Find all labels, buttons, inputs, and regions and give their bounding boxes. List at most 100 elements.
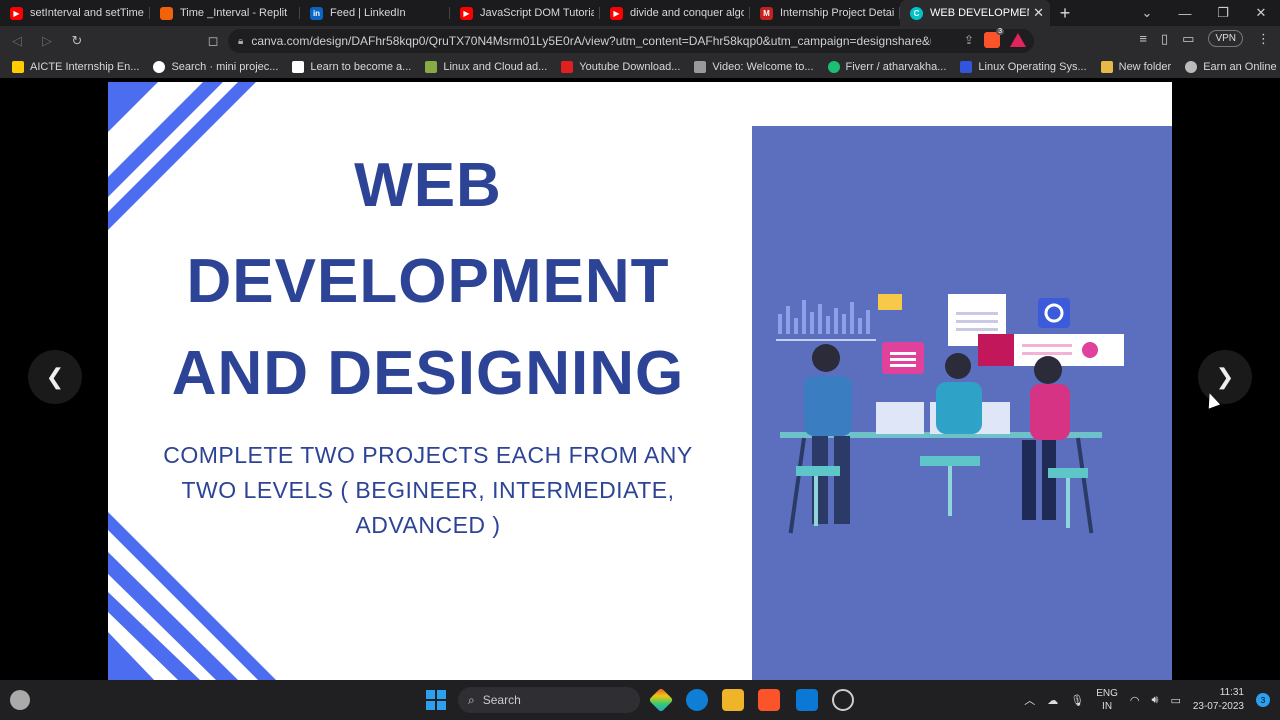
gmail-icon: M (760, 6, 773, 20)
previous-slide-button[interactable]: ❮ (28, 350, 82, 404)
share-icon[interactable]: ⇪ (964, 33, 974, 47)
battery-icon[interactable]: ▭ (1170, 694, 1180, 707)
bookmark-favicon-icon (694, 61, 707, 73)
bookmark-label: Search · mini projec... (171, 61, 279, 73)
language-code: ENG (1096, 688, 1118, 699)
browser-tab-strip: ▶ setInterval and setTimeout Time _Inter… (0, 0, 1280, 26)
tab-label: JavaScript DOM Tutorial #5 (480, 7, 594, 19)
brave-rewards-icon[interactable] (1010, 33, 1026, 47)
bookmark-label: Earn an Online MC... (1203, 61, 1280, 73)
vpn-button[interactable]: VPN (1208, 30, 1243, 47)
window-controls: ⌄ — ❐ ✕ (1128, 0, 1280, 26)
menu-icon[interactable]: ⋮ (1257, 31, 1270, 47)
wallet-icon[interactable]: ▭ (1182, 31, 1194, 47)
tab-label: Internship Project Details - (780, 7, 894, 19)
tab-search-icon[interactable]: ⌄ (1128, 0, 1166, 26)
language-indicator[interactable]: ENG IN (1096, 687, 1118, 713)
globe-icon (1185, 61, 1198, 73)
new-tab-button[interactable]: + (1050, 0, 1080, 26)
clock[interactable]: 11:31 23-07-2023 (1193, 686, 1244, 714)
url-text: canva.com/design/DAFhr58kqp0/QruTX70N4Ms… (251, 34, 932, 48)
address-bar-actions: ⇪ 3 (964, 28, 1026, 48)
wifi-icon[interactable]: ◠ (1130, 694, 1140, 707)
playlist-icon[interactable]: ≡ (1139, 31, 1147, 46)
back-button[interactable]: ◁ (4, 28, 30, 54)
microphone-icon[interactable]: 🎙︎ (1070, 694, 1084, 707)
minimize-button[interactable]: — (1166, 0, 1204, 26)
bookmark-item[interactable]: AICTE Internship En... (12, 61, 139, 73)
tab-label: Feed | LinkedIn (330, 7, 406, 19)
tab-0[interactable]: ▶ setInterval and setTimeout (0, 0, 150, 26)
reload-button[interactable]: ↻ (64, 28, 90, 54)
slide-title-line-3: AND DESIGNING (171, 339, 685, 408)
notification-badge[interactable]: 3 (1256, 693, 1270, 707)
bookmark-favicon-icon (425, 61, 438, 73)
tab-5[interactable]: M Internship Project Details - (750, 0, 900, 26)
tab-4[interactable]: ▶ divide and conquer algorit (600, 0, 750, 26)
bookmark-label: Learn to become a... (310, 61, 412, 73)
bookmark-label: Linux Operating Sys... (978, 61, 1087, 73)
fiverr-icon (827, 61, 840, 73)
linkedin-icon: in (310, 6, 323, 20)
tab-6-active[interactable]: C WEB DEVELOPMENT I ✕ (900, 0, 1050, 26)
edge-icon[interactable] (686, 689, 708, 711)
clock-time: 11:31 (1219, 687, 1244, 698)
chatgpt-icon[interactable] (832, 689, 854, 711)
page-content: WEB DEVELOPMENT AND DESIGNING COMPLETE T… (0, 78, 1280, 680)
chevron-right-icon: ❯ (1215, 364, 1235, 389)
tab-label: WEB DEVELOPMENT I (930, 7, 1029, 19)
volume-icon[interactable]: 🔊︎ (1152, 694, 1159, 707)
forward-button[interactable]: ▷ (34, 28, 60, 54)
tab-3[interactable]: ▶ JavaScript DOM Tutorial #5 (450, 0, 600, 26)
tab-1[interactable]: Time _Interval - Replit (150, 0, 300, 26)
github-icon (153, 61, 166, 73)
bookmark-item[interactable]: Linux Operating Sys... (960, 61, 1087, 73)
chevron-up-icon[interactable]: ︿ (1024, 692, 1035, 708)
slide-subtitle: COMPLETE TWO PROJECTS EACH FROM ANY TWO … (163, 442, 693, 538)
slide-title-line-2: DEVELOPMENT (186, 247, 670, 316)
bookmark-label: Video: Welcome to... (712, 61, 814, 73)
bookmark-favicon-icon (960, 61, 973, 73)
bookmark-item[interactable]: Search · mini projec... (153, 61, 278, 73)
close-tab-icon[interactable]: ✕ (1033, 5, 1044, 21)
youtube-icon: ▶ (460, 6, 473, 20)
vscode-icon[interactable] (796, 689, 818, 711)
youtube-icon: ▶ (610, 6, 623, 20)
lock-icon: 🔒︎ (238, 35, 244, 47)
close-window-button[interactable]: ✕ (1242, 0, 1280, 26)
search-label: Search (482, 693, 521, 707)
bookmark-item[interactable]: Youtube Download... (561, 61, 680, 73)
youtube-icon: ▶ (10, 6, 23, 20)
brave-browser-icon[interactable] (758, 689, 780, 711)
replit-icon (160, 6, 173, 20)
tab-2[interactable]: in Feed | LinkedIn (300, 0, 450, 26)
cloud-icon[interactable]: ☁ (1047, 694, 1058, 707)
brave-badge: 3 (996, 28, 1004, 35)
tab-label: setInterval and setTimeout (30, 7, 144, 19)
system-tray: ︿ ☁ 🎙︎ ENG IN ◠ 🔊︎ ▭ 11:31 23-07-2023 3 (1024, 680, 1270, 720)
git-app-icon[interactable] (648, 687, 674, 713)
sidebar-icon[interactable]: ▯ (1161, 31, 1168, 47)
bookmark-label: Fiverr / atharvakha... (845, 61, 947, 73)
bookmark-item[interactable]: New folder (1100, 61, 1171, 73)
start-button[interactable] (426, 690, 446, 710)
bookmark-item[interactable]: Earn an Online MC... (1185, 61, 1280, 73)
browser-toolbar: ◁ ▷ ↻ ◻ 🔒︎ canva.com/design/DAFhr58kqp0/… (0, 26, 1280, 56)
taskbar-search[interactable]: ⌕ Search (458, 687, 640, 713)
folder-icon (1100, 61, 1113, 73)
maximize-button[interactable]: ❐ (1204, 0, 1242, 26)
weather-icon[interactable] (10, 690, 30, 710)
clock-date: 23-07-2023 (1192, 701, 1244, 712)
presentation-slide: WEB DEVELOPMENT AND DESIGNING COMPLETE T… (108, 82, 1172, 680)
bookmark-item[interactable]: Linux and Cloud ad... (425, 61, 547, 73)
file-explorer-icon[interactable] (722, 689, 744, 711)
brave-shields-icon[interactable]: 3 (984, 28, 1004, 48)
bookmark-item[interactable]: Learn to become a... (292, 61, 411, 73)
bookmark-item[interactable]: Video: Welcome to... (694, 61, 814, 73)
bookmarks-bar: AICTE Internship En... Search · mini pro… (0, 56, 1280, 78)
toolbar-right: ≡ ▯ ▭ VPN ⋮ (1139, 30, 1270, 47)
address-bar[interactable]: 🔒︎ canva.com/design/DAFhr58kqp0/QruTX70N… (228, 28, 1034, 53)
bookmark-label: AICTE Internship En... (30, 61, 140, 73)
bookmark-item[interactable]: Fiverr / atharvakha... (827, 61, 947, 73)
bookmark-icon[interactable]: ◻ (200, 28, 226, 54)
